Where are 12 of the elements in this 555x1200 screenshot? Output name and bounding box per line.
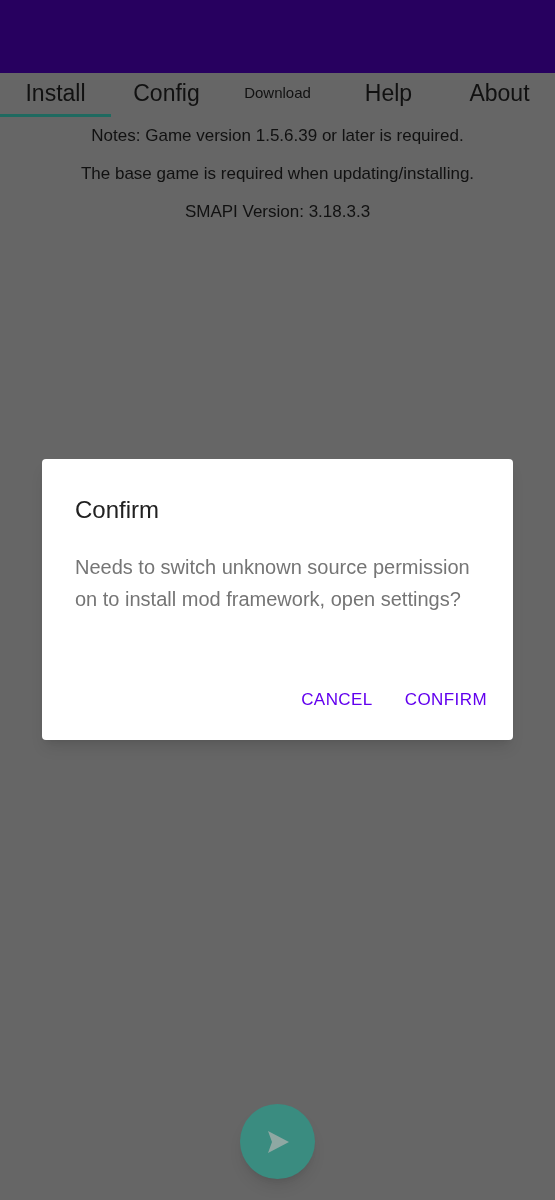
dialog-message: Needs to switch unknown source permission on to install mod framework, open settings?	[75, 555, 471, 612]
note-text: Notes: Game version 1.5.6.39 or later is required.	[91, 125, 464, 147]
dialog-button[interactable]: CONFIRM	[394, 678, 497, 720]
tab[interactable]: Download	[222, 73, 333, 117]
dialog-button[interactable]: CANCEL	[291, 678, 383, 720]
tab[interactable]: Config	[111, 73, 222, 117]
note-text: The base game is required when updating/installing.	[80, 163, 475, 185]
tab[interactable]: About	[444, 73, 555, 117]
tab[interactable]: Install	[0, 73, 111, 117]
dialog-title: Confirm	[75, 495, 160, 525]
note-text: SMAPI Version: 3.18.3.3	[184, 201, 371, 223]
tab[interactable]: Help	[333, 73, 444, 117]
